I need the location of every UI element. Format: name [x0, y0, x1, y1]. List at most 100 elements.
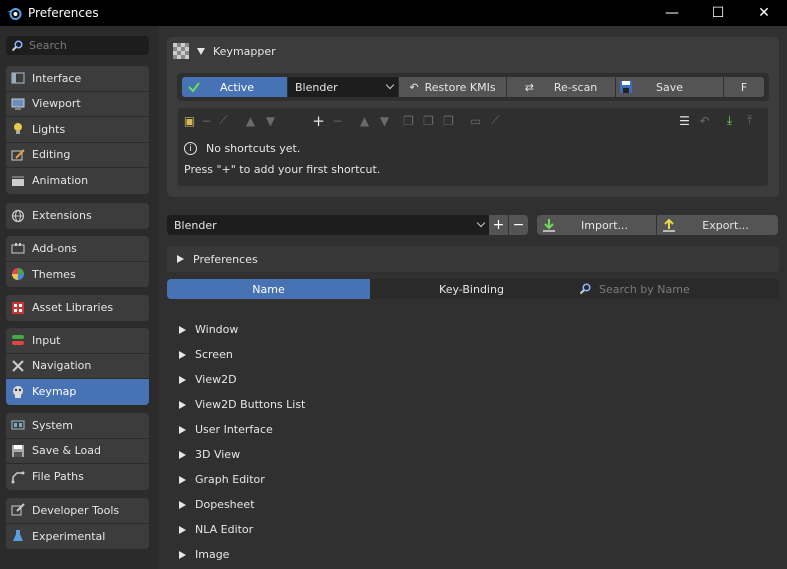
duplicate-icon[interactable]: ❐	[440, 112, 457, 129]
keymapper-toolbar: Active Blender ↶ Restore KMIs ⇄ Re-scan …	[177, 73, 769, 101]
search-by-name-input[interactable]: Search by Name	[573, 279, 779, 299]
sidebar-item-developer-tools[interactable]: Developer Tools	[6, 498, 149, 524]
sidebar-item-lights[interactable]: Lights	[6, 117, 149, 143]
copy-icon[interactable]: ❐	[400, 112, 417, 129]
sidebar-item-save-load[interactable]: Save & Load	[6, 439, 149, 464]
empty-state: i No shortcuts yet.	[184, 142, 300, 155]
list-item[interactable]: User Interface	[179, 417, 305, 442]
export-button[interactable]: Export...	[657, 215, 778, 235]
tab-key-binding[interactable]: Key-Binding	[370, 279, 573, 299]
search-by-name-placeholder: Search by Name	[599, 282, 690, 296]
sidebar-item-viewport[interactable]: Viewport	[6, 92, 149, 117]
list-item[interactable]: Screen	[179, 342, 305, 367]
sidebar-item-input[interactable]: Input	[6, 328, 149, 354]
save-load-icon	[10, 444, 26, 458]
list-item-label: Image	[195, 548, 230, 561]
f-button[interactable]: F	[724, 77, 764, 97]
sidebar-item-label: Experimental	[32, 529, 106, 543]
sidebar-item-asset-libraries[interactable]: Asset Libraries	[6, 295, 149, 321]
list-item[interactable]: Image	[179, 542, 305, 567]
add-folder-icon[interactable]: ▣	[181, 112, 198, 129]
sidebar-group-3: Add-ons Themes	[6, 236, 149, 287]
blender-logo-icon	[7, 8, 22, 20]
sidebar-item-file-paths[interactable]: File Paths	[6, 464, 149, 490]
flask-icon	[10, 529, 26, 543]
close-button[interactable]: ✕	[741, 0, 787, 26]
sidebar-item-label: Save & Load	[32, 444, 101, 458]
sidebar-item-themes[interactable]: Themes	[6, 262, 149, 288]
clapperboard-icon	[10, 174, 26, 188]
list-item-label: NLA Editor	[195, 523, 254, 536]
list-icon[interactable]: ☰	[676, 112, 693, 129]
remove-shortcut-button[interactable]: −	[329, 112, 346, 129]
sidebar-item-extensions[interactable]: Extensions	[6, 203, 149, 229]
sidebar-item-label: Add-ons	[32, 241, 77, 255]
save-button[interactable]: Save	[616, 77, 723, 97]
import-button[interactable]: Import...	[537, 215, 656, 235]
maximize-button[interactable]: ☐	[695, 0, 741, 26]
shortcut-move-up-icon[interactable]: ▲	[356, 112, 373, 129]
sidebar-item-label: Editing	[32, 148, 71, 162]
sidebar-item-interface[interactable]: Interface	[6, 66, 149, 92]
list-item-label: View2D Buttons List	[195, 398, 306, 411]
list-item[interactable]: View2D	[179, 367, 305, 392]
list-item[interactable]: 3D View	[179, 442, 305, 467]
sidebar-item-system[interactable]: System	[6, 413, 149, 439]
keymap-preset-select[interactable]: Blender	[167, 215, 489, 235]
shortcut-move-down-icon[interactable]: ▼	[376, 112, 393, 129]
system-icon	[10, 418, 26, 432]
add-shortcut-button[interactable]: +	[310, 112, 327, 130]
tab-name[interactable]: Name	[167, 279, 370, 299]
sidebar-item-editing[interactable]: Editing	[6, 143, 149, 168]
download-icon[interactable]: ⤓	[721, 112, 738, 129]
list-item[interactable]: Graph Editor	[179, 467, 305, 492]
move-up-icon[interactable]: ▲	[242, 112, 259, 129]
preferences-section[interactable]: Preferences	[167, 246, 779, 272]
sidebar-item-keymap[interactable]: Keymap	[6, 379, 149, 405]
folder-icon[interactable]: ▭	[467, 112, 484, 129]
export-icon	[663, 218, 675, 232]
file-paths-icon	[10, 470, 26, 484]
remove-preset-button[interactable]: −	[509, 215, 528, 235]
move-down-icon[interactable]: ▼	[262, 112, 279, 129]
minimize-button[interactable]: —	[649, 0, 695, 26]
add-preset-button[interactable]: +	[489, 215, 508, 235]
sidebar-group-6: System Save & Load File Paths	[6, 413, 149, 490]
keymapper-header[interactable]: Keymapper	[173, 43, 276, 59]
eyedropper-icon[interactable]: ⟋	[487, 112, 504, 129]
sidebar-item-addons[interactable]: Add-ons	[6, 236, 149, 262]
restore-kmis-button[interactable]: ↶ Restore KMIs	[399, 77, 506, 97]
rescan-label: Re-scan	[553, 80, 598, 94]
keymapper-title: Keymapper	[213, 44, 276, 58]
list-item-label: Dopesheet	[195, 498, 255, 511]
sidebar-item-experimental[interactable]: Experimental	[6, 524, 149, 550]
keymap-list: Window Screen View2D View2D Buttons List…	[179, 317, 305, 567]
list-item[interactable]: Dopesheet	[179, 492, 305, 517]
paste-icon[interactable]: ❐	[420, 112, 437, 129]
search-input[interactable]: Search	[6, 36, 149, 55]
sidebar-item-animation[interactable]: Animation	[6, 168, 149, 194]
keymapper-preset-select[interactable]: Blender	[288, 77, 398, 97]
plugin-icon	[10, 241, 26, 255]
sidebar-item-label: Navigation	[32, 359, 92, 373]
save-icon	[620, 81, 632, 93]
remove-folder-icon[interactable]: −	[198, 112, 215, 129]
edit-pencil-icon[interactable]: ⟋	[215, 112, 232, 129]
sidebar-item-navigation[interactable]: Navigation	[6, 354, 149, 379]
sidebar-item-label: Animation	[32, 174, 89, 188]
expand-icon	[179, 400, 186, 409]
upload-icon[interactable]: ⤒	[741, 112, 758, 129]
input-icon	[10, 333, 26, 347]
active-label: Active	[220, 80, 255, 94]
sidebar: Search Interface Viewport Lights Editing…	[0, 26, 158, 569]
sidebar-item-label: Interface	[32, 71, 82, 85]
active-toggle[interactable]: Active	[182, 77, 287, 97]
list-item[interactable]: View2D Buttons List	[179, 392, 305, 417]
revert-icon[interactable]: ↶	[696, 112, 713, 129]
rescan-button[interactable]: ⇄ Re-scan	[507, 77, 615, 97]
list-item[interactable]: NLA Editor	[179, 517, 305, 542]
sidebar-item-label: Input	[32, 333, 61, 347]
list-item[interactable]: Window	[179, 317, 305, 342]
keymap-icon	[10, 385, 26, 399]
developer-tools-icon	[10, 503, 26, 517]
